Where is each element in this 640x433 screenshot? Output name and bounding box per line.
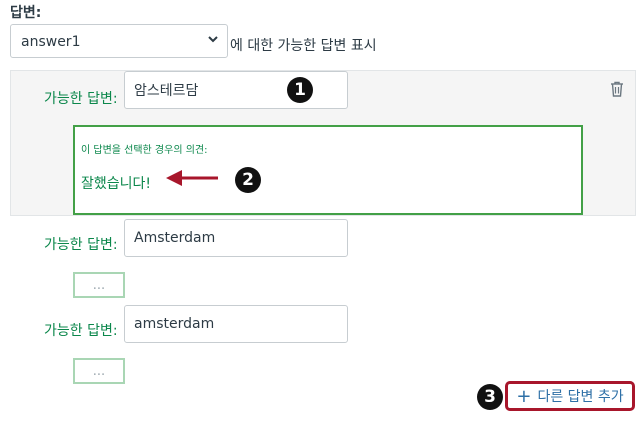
answer-comment-button[interactable]: ... <box>73 272 125 298</box>
add-answer-button[interactable]: + 다른 답변 추가 <box>505 381 635 411</box>
comment-text: 잘했습니다! <box>81 176 152 192</box>
answer-select-value: answer1 <box>21 34 81 50</box>
answers-heading: 답변: <box>10 5 42 21</box>
answer-comment-button[interactable]: ... <box>73 358 125 384</box>
possible-answer-value: amsterdam <box>134 316 215 332</box>
possible-answer-input[interactable]: amsterdam <box>124 305 348 343</box>
possible-answer-input[interactable]: 암스테르담 <box>124 71 348 109</box>
callout-badge-2: 2 <box>235 167 261 193</box>
possible-answer-value: Amsterdam <box>134 230 216 246</box>
comment-title: 이 답변을 선택한 경우의 의견: <box>81 145 208 156</box>
answer-comment-button-label: ... <box>92 363 106 379</box>
answer-comment-button-label: ... <box>92 277 106 293</box>
possible-answer-label: 가능한 답변: <box>44 237 118 253</box>
possible-answer-label: 가능한 답변: <box>44 323 118 339</box>
possible-answer-label: 가능한 답변: <box>44 91 118 107</box>
chevron-down-icon <box>208 36 218 43</box>
possible-answer-input[interactable]: Amsterdam <box>124 219 348 257</box>
answer-select[interactable]: answer1 <box>10 24 228 58</box>
arrow-left-icon <box>166 170 218 186</box>
answer-select-suffix: 에 대한 가능한 답변 표시 <box>230 38 377 54</box>
plus-icon: + <box>516 385 532 407</box>
add-answer-label: 다른 답변 추가 <box>537 389 624 405</box>
callout-badge-3: 3 <box>477 384 503 410</box>
possible-answer-value: 암스테르담 <box>134 83 199 99</box>
callout-badge-1: 1 <box>287 77 313 103</box>
trash-icon[interactable] <box>608 80 626 98</box>
answer-comment-box[interactable]: 이 답변을 선택한 경우의 의견: 잘했습니다! <box>73 125 583 215</box>
